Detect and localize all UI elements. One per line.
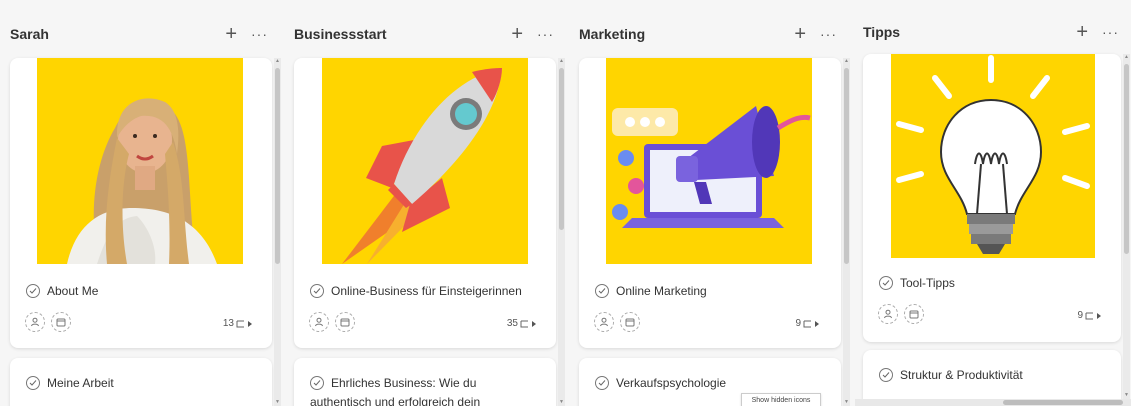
scroll-up-icon[interactable]: ▲ [558, 58, 565, 65]
person-icon[interactable] [309, 312, 329, 332]
scroll-down-icon[interactable]: ▼ [1123, 392, 1130, 399]
check-circle-icon[interactable] [310, 376, 324, 390]
calendar-icon[interactable] [904, 304, 924, 324]
subtask-icon [803, 320, 819, 327]
column-scrollbar[interactable]: ▲ ▼ [1123, 54, 1130, 399]
add-card-plus-icon[interactable]: + [225, 24, 237, 44]
subtask-count-value: 9 [795, 318, 801, 329]
add-card-plus-icon[interactable]: + [794, 24, 806, 44]
card-title: Online-Business für Einsteigerinnen [331, 284, 522, 298]
check-circle-icon[interactable] [595, 376, 609, 390]
card-title: Meine Arbeit [47, 376, 114, 390]
card-about-me[interactable]: About Me 13 [10, 58, 272, 348]
column-scrollbar[interactable]: ▲ ▼ [843, 58, 850, 406]
horizontal-scrollbar[interactable] [855, 399, 1131, 406]
check-circle-icon[interactable] [879, 276, 893, 290]
card-title: Ehrliches Business: Wie du [331, 376, 477, 390]
scrollbar-thumb[interactable] [1124, 64, 1129, 254]
card-ehrliches-business[interactable]: Ehrliches Business: Wie du authentisch u… [294, 358, 556, 406]
subtask-icon [236, 320, 252, 327]
rocket-illustration-image [322, 58, 528, 264]
subtask-count-value: 9 [1077, 310, 1083, 321]
check-circle-icon[interactable] [595, 284, 609, 298]
column-header: Sarah + ··· [10, 14, 268, 54]
show-hidden-icons-tooltip: Show hidden icons [741, 393, 821, 406]
add-card-plus-icon[interactable]: + [1076, 22, 1088, 42]
scrollbar-thumb[interactable] [559, 68, 564, 230]
person-icon[interactable] [594, 312, 614, 332]
column-header: Businessstart + ··· [294, 14, 554, 54]
card-title: Verkaufspsychologie [616, 376, 727, 390]
card-title-line2: authentisch und erfolgreich dein [310, 395, 481, 406]
horizontal-scrollbar-thumb[interactable] [1003, 400, 1123, 405]
add-card-plus-icon[interactable]: + [511, 24, 523, 44]
subtask-count[interactable]: 13 [223, 318, 254, 329]
scrollbar-thumb[interactable] [844, 68, 849, 264]
check-circle-icon[interactable] [310, 284, 324, 298]
more-icon[interactable]: ··· [251, 26, 268, 42]
column-header: Marketing + ··· [579, 14, 837, 54]
calendar-icon[interactable] [620, 312, 640, 332]
card-title-block: Ehrliches Business: Wie du authentisch u… [310, 376, 480, 406]
person-icon[interactable] [878, 304, 898, 324]
card-title: About Me [47, 284, 99, 298]
scroll-down-icon[interactable]: ▼ [274, 399, 281, 406]
column-tipps: Tipps + ··· Tool-Tipps 9 Struktur & Prod… [855, 0, 1131, 406]
scroll-up-icon[interactable]: ▲ [274, 58, 281, 65]
column-scrollbar[interactable]: ▲ ▼ [274, 58, 281, 406]
board: Sarah + ··· About Me 13 Meine Arbeit ▲ ▼… [0, 0, 1131, 406]
column-sarah: Sarah + ··· About Me 13 Meine Arbeit ▲ ▼ [0, 0, 290, 406]
megaphone-illustration-image [606, 58, 812, 264]
check-circle-icon[interactable] [26, 284, 40, 298]
person-icon[interactable] [25, 312, 45, 332]
subtask-icon [1085, 312, 1101, 319]
card-online-business[interactable]: Online-Business für Einsteigerinnen 35 [294, 58, 556, 348]
card-title: Online Marketing [616, 284, 707, 298]
column-title: Marketing [579, 26, 646, 42]
subtask-icon [520, 320, 536, 327]
check-circle-icon[interactable] [26, 376, 40, 390]
card-meine-arbeit[interactable]: Meine Arbeit [10, 358, 272, 406]
column-title: Sarah [10, 26, 49, 42]
subtask-count[interactable]: 9 [795, 318, 821, 329]
calendar-icon[interactable] [51, 312, 71, 332]
card-online-marketing[interactable]: Online Marketing 9 [579, 58, 841, 348]
subtask-count[interactable]: 35 [507, 318, 538, 329]
column-businessstart: Businessstart + ··· Online-Business für … [286, 0, 576, 406]
column-header: Tipps + ··· [863, 12, 1119, 52]
scroll-up-icon[interactable]: ▲ [1123, 54, 1130, 61]
calendar-icon[interactable] [335, 312, 355, 332]
portrait-photo-image [37, 58, 243, 264]
more-icon[interactable]: ··· [820, 26, 837, 42]
scroll-down-icon[interactable]: ▼ [558, 399, 565, 406]
card-title: Tool-Tipps [900, 276, 955, 290]
card-struktur-produktivitaet[interactable]: Struktur & Produktivität [863, 350, 1121, 406]
more-icon[interactable]: ··· [537, 26, 554, 42]
subtask-count-value: 35 [506, 318, 518, 329]
check-circle-icon[interactable] [879, 368, 893, 382]
subtask-count[interactable]: 9 [1077, 310, 1103, 321]
card-title: Struktur & Produktivität [900, 368, 1023, 382]
subtask-count-value: 13 [222, 318, 234, 329]
scroll-up-icon[interactable]: ▲ [843, 58, 850, 65]
column-title: Businessstart [294, 26, 387, 42]
card-tool-tipps[interactable]: Tool-Tipps 9 [863, 54, 1121, 342]
scroll-down-icon[interactable]: ▼ [843, 399, 850, 406]
column-title: Tipps [863, 24, 901, 40]
scrollbar-thumb[interactable] [275, 68, 280, 264]
more-icon[interactable]: ··· [1102, 24, 1119, 40]
column-marketing: Marketing + ··· Online Marketing 9 Verka… [571, 0, 861, 406]
column-scrollbar[interactable]: ▲ ▼ [558, 58, 565, 406]
lightbulb-illustration-image [891, 54, 1095, 258]
